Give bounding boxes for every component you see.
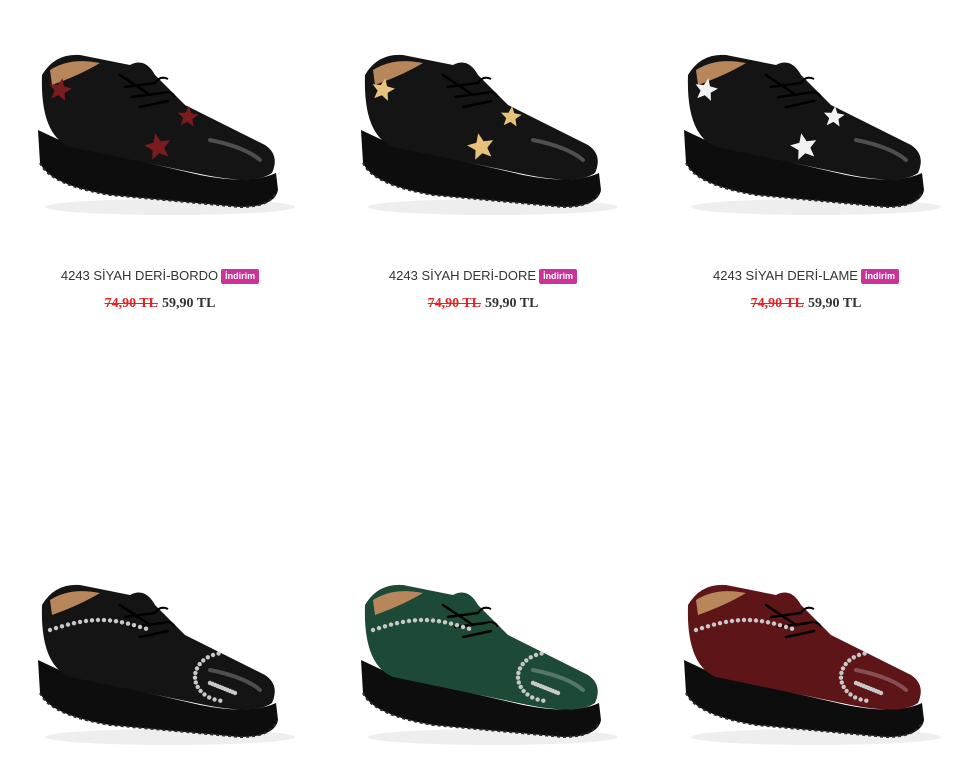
price: 74,90 TL 59,90 TL [656, 296, 956, 312]
product-image[interactable] [333, 35, 633, 225]
new-price: 59,90 TL [162, 296, 216, 311]
product-image[interactable] [333, 565, 633, 755]
product-name[interactable]: 4243 SİYAH DERİ-LAME [713, 268, 858, 283]
product-image[interactable] [656, 35, 956, 225]
discount-badge: İndirim [221, 269, 260, 284]
shoe-illustration [38, 54, 295, 215]
price: 74,90 TL 59,90 TL [333, 296, 633, 312]
shoe-illustration [361, 54, 618, 215]
product-card[interactable]: 4243 SİYAH DERİ-BORDO İndirim 74,90 TL 59,… [10, 35, 310, 325]
product-name-line: 4243 SİYAH DERİ-DORE İndirim [333, 268, 633, 284]
shoe-illustration [684, 54, 941, 215]
product-card[interactable] [10, 565, 310, 755]
product-card[interactable]: 4243 SİYAH DERİ-LAME İndirim 74,90 TL 59,9… [656, 35, 956, 325]
discount-badge: İndirim [539, 269, 578, 284]
product-card[interactable] [656, 565, 956, 755]
product-name-line: 4243 SİYAH DERİ-BORDO İndirim [10, 268, 310, 284]
product-image[interactable] [656, 565, 956, 755]
old-price: 74,90 TL [750, 296, 804, 311]
shoe-illustration [361, 584, 618, 745]
shoe-illustration [684, 584, 941, 745]
product-name[interactable]: 4243 SİYAH DERİ-BORDO [61, 268, 218, 283]
product-card[interactable] [333, 565, 633, 755]
old-price: 74,90 TL [427, 296, 481, 311]
product-name-line: 4243 SİYAH DERİ-LAME İndirim [656, 268, 956, 284]
new-price: 59,90 TL [485, 296, 539, 311]
product-image[interactable] [10, 565, 310, 755]
product-name[interactable]: 4243 SİYAH DERİ-DORE [389, 268, 536, 283]
old-price: 74,90 TL [104, 296, 158, 311]
shoe-illustration [38, 584, 295, 745]
product-card[interactable]: 4243 SİYAH DERİ-DORE İndirim 74,90 TL 59,9… [333, 35, 633, 325]
new-price: 59,90 TL [808, 296, 862, 311]
discount-badge: İndirim [860, 269, 899, 284]
product-image[interactable] [10, 35, 310, 225]
price: 74,90 TL 59,90 TL [10, 296, 310, 312]
